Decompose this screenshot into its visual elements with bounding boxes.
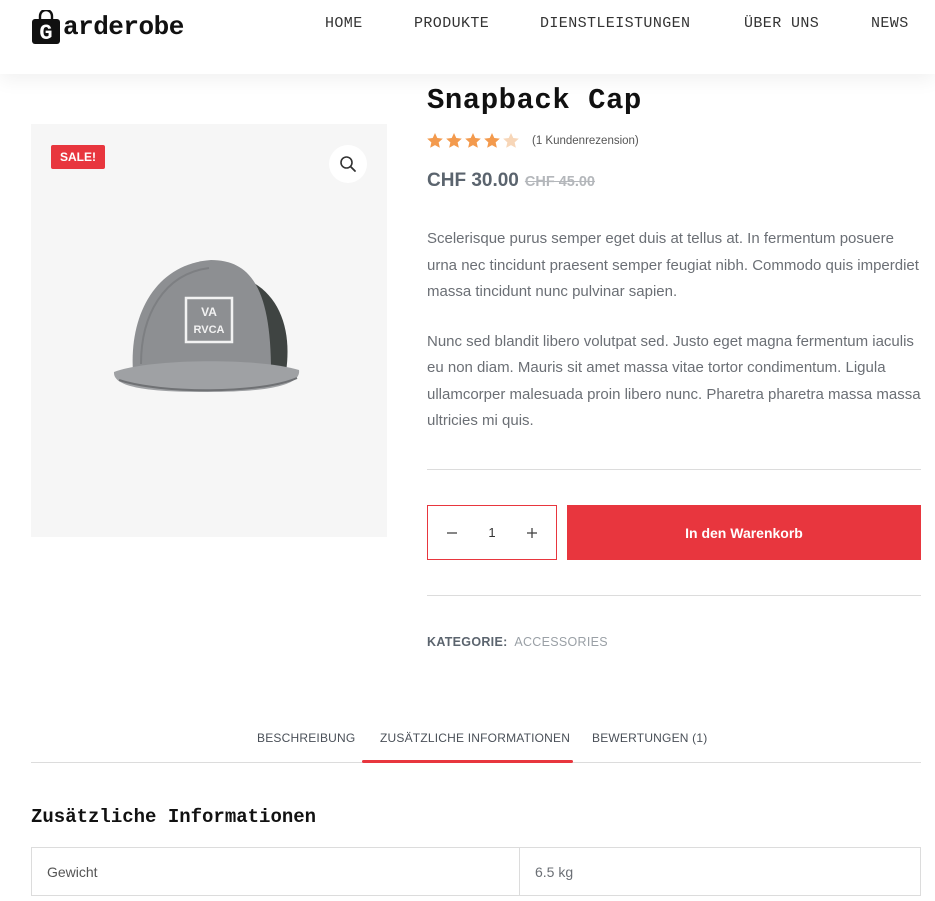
nav-news[interactable]: NEWS: [871, 15, 909, 32]
divider: [427, 595, 921, 596]
table-cell-value: 6.5 kg: [519, 847, 921, 896]
magnifier-icon: [340, 156, 356, 172]
price-current: CHF 30.00: [427, 170, 519, 191]
site-header: G arderobe HOME PRODUKTE DIENSTLEISTUNGE…: [0, 0, 935, 74]
reviews-link[interactable]: (1 Kundenrezension): [532, 135, 639, 147]
cap-logo-top: VA: [201, 305, 217, 319]
sale-badge: SALE!: [51, 145, 105, 169]
star-icon: [427, 133, 443, 148]
star-rating: [427, 133, 519, 148]
section-title: Zusätzliche Informationen: [31, 806, 317, 828]
divider: [427, 469, 921, 470]
table-cell-label: Gewicht: [31, 847, 520, 896]
star-icon: [446, 133, 462, 148]
category-link[interactable]: ACCESSORIES: [514, 635, 608, 649]
tab-bewertungen[interactable]: BEWERTUNGEN (1): [592, 731, 707, 745]
category-label: KATEGORIE:: [427, 635, 508, 649]
tab-zusaetzliche-informationen[interactable]: ZUSÄTZLICHE INFORMATIONEN: [380, 731, 570, 745]
tab-beschreibung[interactable]: BESCHREIBUNG: [257, 731, 355, 745]
logo[interactable]: G arderobe: [31, 8, 184, 46]
quantity-input[interactable]: [472, 525, 512, 540]
nav-dienstleistungen[interactable]: DIENSTLEISTUNGEN: [540, 15, 690, 32]
description-paragraph: Scelerisque purus semper eget duis at te…: [427, 230, 919, 300]
active-tab-indicator: [362, 760, 573, 763]
nav-ueber-uns[interactable]: ÜBER UNS: [744, 15, 819, 32]
product-gallery[interactable]: SALE! VA RVCA: [31, 124, 387, 537]
nav-home[interactable]: HOME: [325, 15, 363, 32]
additional-info-table: Gewicht 6.5 kg: [31, 847, 921, 896]
product-description: Scelerisque purus semper eget duis at te…: [427, 226, 925, 435]
logo-text: arderobe: [63, 12, 184, 42]
price-old: CHF 45.00: [524, 174, 595, 190]
add-to-cart-button[interactable]: In den Warenkorb: [567, 505, 921, 560]
star-icon: [465, 133, 481, 148]
cap-logo-bottom: RVCA: [194, 324, 225, 336]
zoom-button[interactable]: [329, 145, 367, 183]
star-icon: [503, 133, 519, 148]
product-title: Snapback Cap: [427, 84, 642, 117]
shopping-bag-icon: G: [31, 8, 61, 46]
quantity-stepper: [427, 505, 557, 560]
nav-produkte[interactable]: PRODUKTE: [414, 15, 489, 32]
logo-letter: G: [39, 21, 52, 44]
product-image-cap: VA RVCA: [113, 260, 300, 392]
star-icon: [484, 133, 500, 148]
minus-icon[interactable]: [440, 521, 464, 545]
product-category: KATEGORIE: ACCESSORIES: [427, 635, 608, 649]
description-paragraph: Nunc sed blandit libero volutpat sed. Ju…: [427, 332, 921, 430]
product-price: CHF 30.00 CHF 45.00: [427, 170, 595, 192]
table-row: Gewicht 6.5 kg: [31, 847, 921, 896]
product-rating: (1 Kundenrezension): [427, 133, 639, 148]
plus-icon[interactable]: [520, 521, 544, 545]
